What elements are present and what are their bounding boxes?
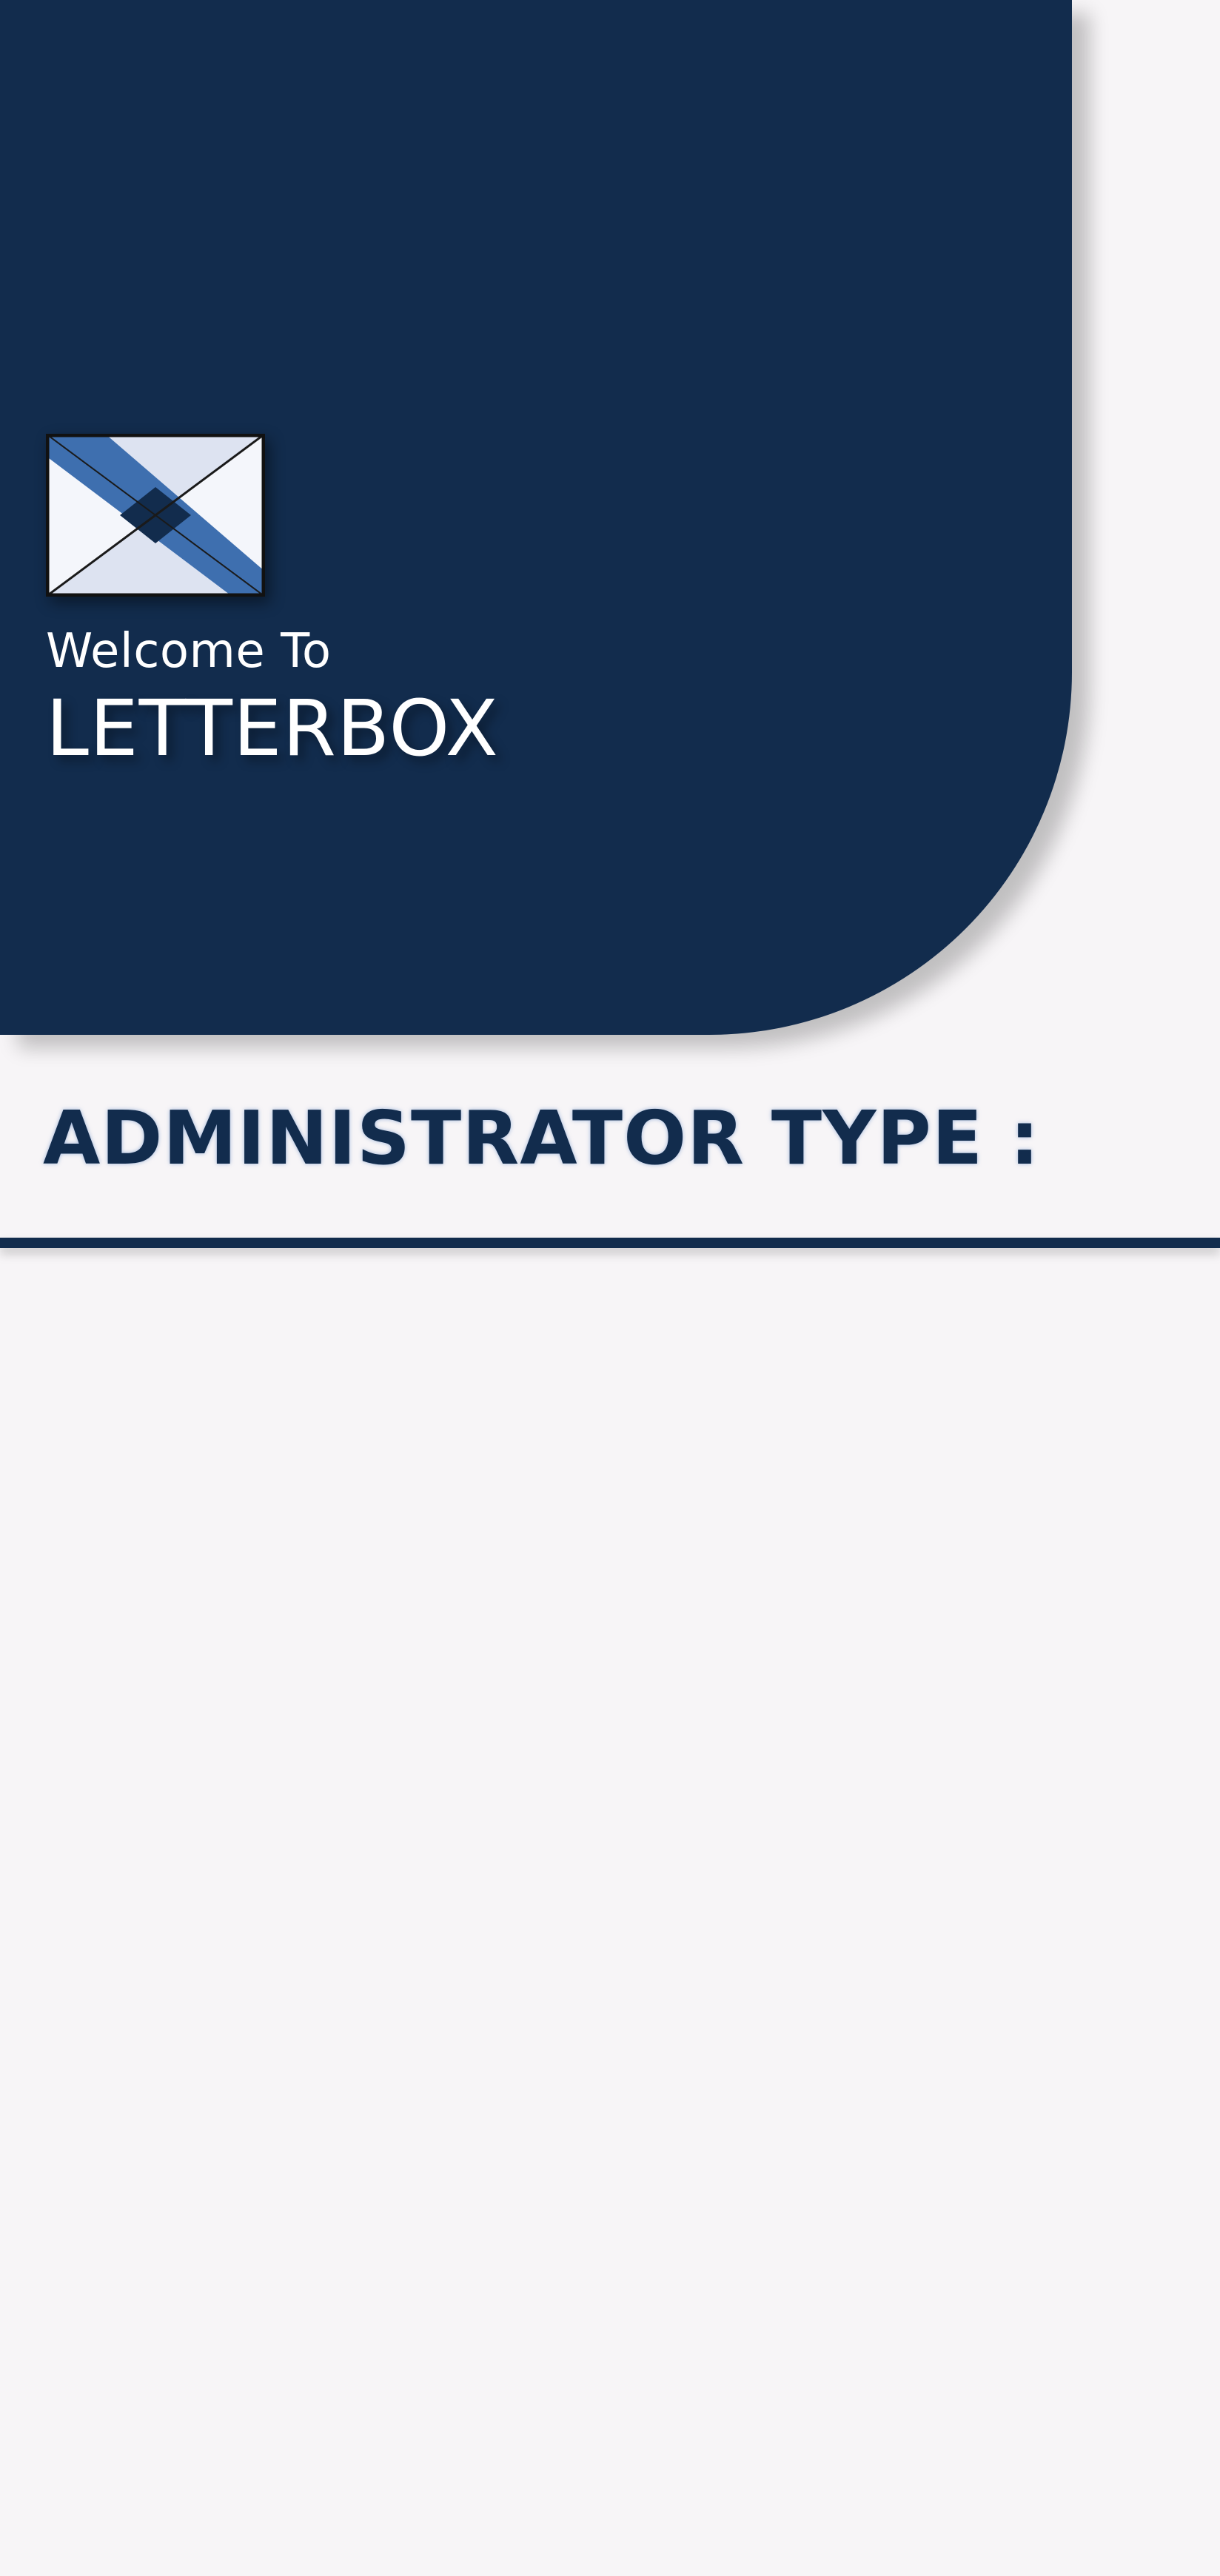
section-divider xyxy=(0,1238,1220,1248)
envelope-logo-icon xyxy=(46,434,265,597)
welcome-text: Welcome To xyxy=(46,624,332,679)
administrator-type-heading: ADMINISTRATOR TYPE : xyxy=(43,1095,1040,1181)
welcome-header: Welcome To LETTERBOX xyxy=(0,0,1072,1035)
app-name: LETTERBOX xyxy=(46,683,499,774)
